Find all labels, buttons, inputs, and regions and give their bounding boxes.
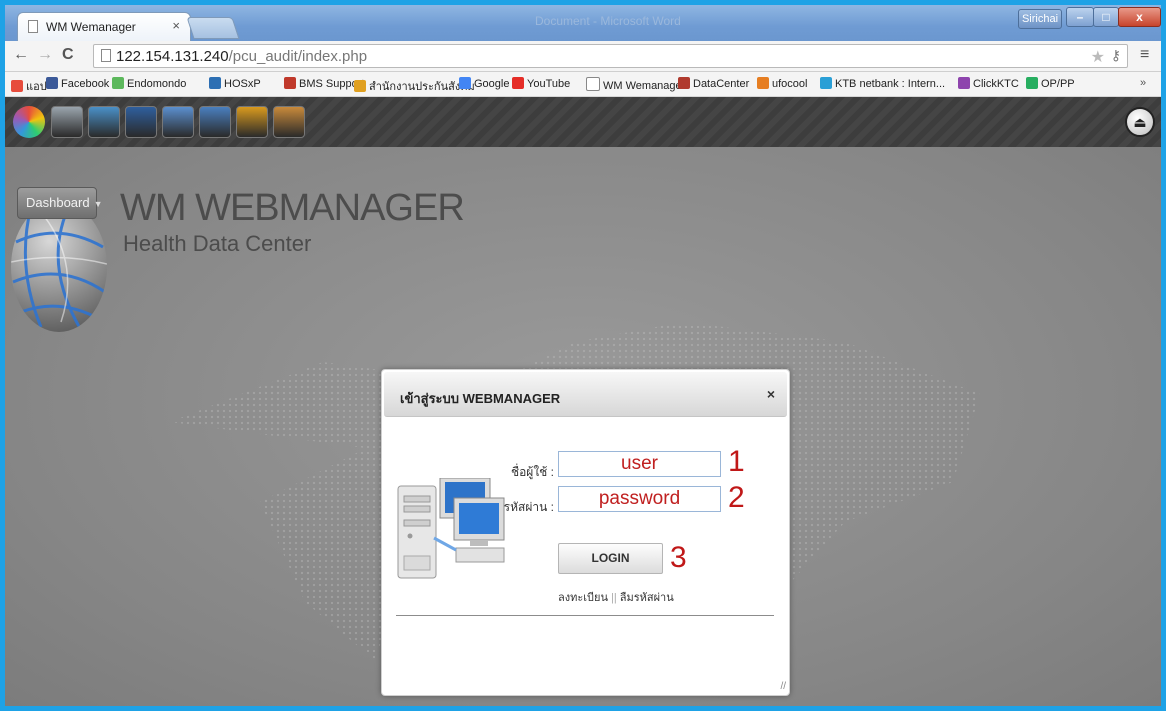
window-title: Document - Microsoft Word bbox=[535, 14, 681, 28]
bookmark-icon bbox=[757, 77, 769, 89]
globe-icon[interactable] bbox=[88, 106, 120, 138]
minimize-button[interactable]: – bbox=[1066, 7, 1094, 27]
bookmark-icon bbox=[112, 77, 124, 89]
app-toolbar: ⏏ bbox=[5, 97, 1161, 147]
register-link[interactable]: ลงทะเบียน bbox=[558, 592, 608, 604]
bookmark-label: Google bbox=[474, 78, 510, 90]
step-number-3: 3 bbox=[670, 541, 687, 574]
bookmark-item[interactable]: BMS Support bbox=[284, 77, 364, 90]
bookmark-item[interactable]: ClickKTC bbox=[958, 77, 1019, 90]
navigation-bar: ← → C 122.154.131.240/pcu_audit/index.ph… bbox=[5, 41, 1161, 72]
page-icon bbox=[101, 49, 111, 62]
home-icon[interactable] bbox=[51, 106, 83, 138]
app-subtitle: Health Data Center bbox=[123, 231, 312, 256]
bookmark-label: KTB netbank : Intern... bbox=[835, 78, 946, 90]
step-number-1: 1 bbox=[728, 445, 745, 478]
back-icon[interactable]: ← bbox=[13, 46, 29, 64]
bookmark-icon bbox=[1026, 77, 1038, 89]
dialog-close-icon[interactable]: × bbox=[767, 386, 775, 402]
title-bar: WM Wemanager × Document - Microsoft Word… bbox=[5, 5, 1161, 41]
dropdown-arrow-icon: ▼ bbox=[93, 199, 103, 209]
profile-badge[interactable]: Sirichai bbox=[1018, 9, 1062, 29]
bookmark-icon bbox=[46, 77, 58, 89]
bookmark-icon bbox=[209, 77, 221, 89]
page-icon bbox=[28, 20, 38, 33]
username-label: ชื่อผู้ใช้ : bbox=[510, 465, 554, 479]
dialog-title: เข้าสู่ระบบ WEBMANAGER bbox=[400, 391, 561, 406]
bookmark-label: Facebook bbox=[61, 78, 110, 90]
login-button[interactable]: LOGIN bbox=[558, 543, 663, 574]
key-icon[interactable]: ⚷ bbox=[1111, 47, 1121, 64]
address-bar[interactable]: 122.154.131.240/pcu_audit/index.php ★ ⚷ bbox=[93, 44, 1128, 68]
heartbeat-icon[interactable] bbox=[199, 106, 231, 138]
browser-tab[interactable]: WM Wemanager × bbox=[17, 12, 191, 41]
browser-window: WM Wemanager × Document - Microsoft Word… bbox=[5, 5, 1161, 706]
tab-close-icon[interactable]: × bbox=[172, 18, 180, 33]
bookmark-label: WM Wemanager bbox=[603, 80, 686, 92]
dialog-header: เข้าสู่ระบบ WEBMANAGER × bbox=[384, 372, 787, 417]
bookmark-item[interactable]: Endomondo bbox=[112, 77, 186, 90]
divider bbox=[396, 615, 774, 616]
bookmark-icon bbox=[512, 77, 524, 89]
reload-icon[interactable]: C bbox=[62, 46, 74, 64]
password-field[interactable]: password bbox=[558, 486, 721, 512]
new-tab-button[interactable] bbox=[186, 17, 240, 39]
user-icon[interactable] bbox=[273, 106, 305, 138]
bookmark-label: OP/PP bbox=[1041, 78, 1075, 90]
bookmark-label: YouTube bbox=[527, 78, 571, 90]
bookmark-icon bbox=[459, 77, 471, 89]
bookmark-item[interactable]: Google bbox=[459, 77, 509, 90]
bookmark-label: ClickKTC bbox=[973, 78, 1019, 90]
forward-icon[interactable]: → bbox=[37, 46, 53, 64]
computer-icon bbox=[397, 478, 505, 579]
bookmark-star-icon[interactable]: ★ bbox=[1091, 47, 1105, 67]
bookmark-label: HOSxP bbox=[224, 78, 261, 90]
bookmark-item[interactable]: YouTube bbox=[512, 77, 570, 90]
color-wheel-icon[interactable] bbox=[13, 106, 45, 138]
hdc-logo-icon[interactable] bbox=[125, 106, 157, 138]
app-title: WM WEBMANAGER bbox=[120, 187, 465, 229]
bookmark-item[interactable]: OP/PP bbox=[1026, 77, 1075, 90]
bookmark-icon bbox=[678, 77, 690, 89]
bookmark-item[interactable]: Facebook bbox=[46, 77, 109, 90]
bookmark-label: แอป bbox=[26, 81, 47, 93]
bookmark-icon bbox=[284, 77, 296, 89]
bookmark-icon bbox=[820, 77, 832, 89]
forgot-password-link[interactable]: ลืมรหัสผ่าน bbox=[620, 592, 674, 604]
globe-logo bbox=[11, 202, 107, 332]
eject-icon[interactable]: ⏏ bbox=[1125, 107, 1155, 137]
bookmark-item[interactable]: WM Wemanager bbox=[586, 77, 685, 92]
menu-icon[interactable]: ≡ bbox=[1140, 46, 1149, 64]
network-icon[interactable] bbox=[162, 106, 194, 138]
tab-title: WM Wemanager bbox=[46, 20, 136, 34]
resize-grip-icon[interactable]: // bbox=[780, 681, 786, 692]
bookmarks-overflow-button[interactable]: » bbox=[1140, 77, 1146, 89]
login-dialog: เข้าสู่ระบบ WEBMANAGER × ชื่อผู้ใช้ : us bbox=[381, 369, 790, 696]
bookmark-icon bbox=[354, 80, 366, 92]
close-window-button[interactable]: x bbox=[1118, 7, 1161, 27]
bookmark-icon bbox=[11, 80, 23, 92]
dashboard-button[interactable]: Dashboard ▼ bbox=[17, 187, 103, 219]
bookmark-item[interactable]: KTB netbank : Intern... bbox=[820, 77, 945, 90]
main-content: Dashboard ▼ WM WEBMANAGER Health Data Cen… bbox=[5, 147, 1161, 706]
bookmark-item[interactable]: DataCenter bbox=[678, 77, 749, 90]
bookmark-icon bbox=[958, 77, 970, 89]
bookmark-item[interactable]: แอป bbox=[11, 77, 47, 95]
password-label: รหัสผ่าน : bbox=[503, 500, 554, 514]
bookmark-label: ufocool bbox=[772, 78, 808, 90]
people-icon[interactable] bbox=[236, 106, 268, 138]
login-links: ลงทะเบียน || ลืมรหัสผ่าน bbox=[558, 588, 674, 606]
bookmark-label: Endomondo bbox=[127, 78, 187, 90]
bookmark-icon bbox=[586, 77, 600, 91]
bookmark-item[interactable]: ufocool bbox=[757, 77, 807, 90]
maximize-button[interactable]: □ bbox=[1093, 7, 1119, 27]
link-separator: || bbox=[610, 592, 617, 604]
bookmark-item[interactable]: HOSxP bbox=[209, 77, 261, 90]
bookmark-item[interactable]: สำนักงานประกันสังคม bbox=[354, 77, 475, 95]
step-number-2: 2 bbox=[728, 481, 745, 514]
url-text: 122.154.131.240/pcu_audit/index.php bbox=[116, 48, 368, 65]
bookmarks-bar: แอป Facebook Endomondo HOSxP BMS Support สำนั… bbox=[5, 72, 1161, 97]
username-field[interactable]: user bbox=[558, 451, 721, 477]
bookmark-label: DataCenter bbox=[693, 78, 750, 90]
